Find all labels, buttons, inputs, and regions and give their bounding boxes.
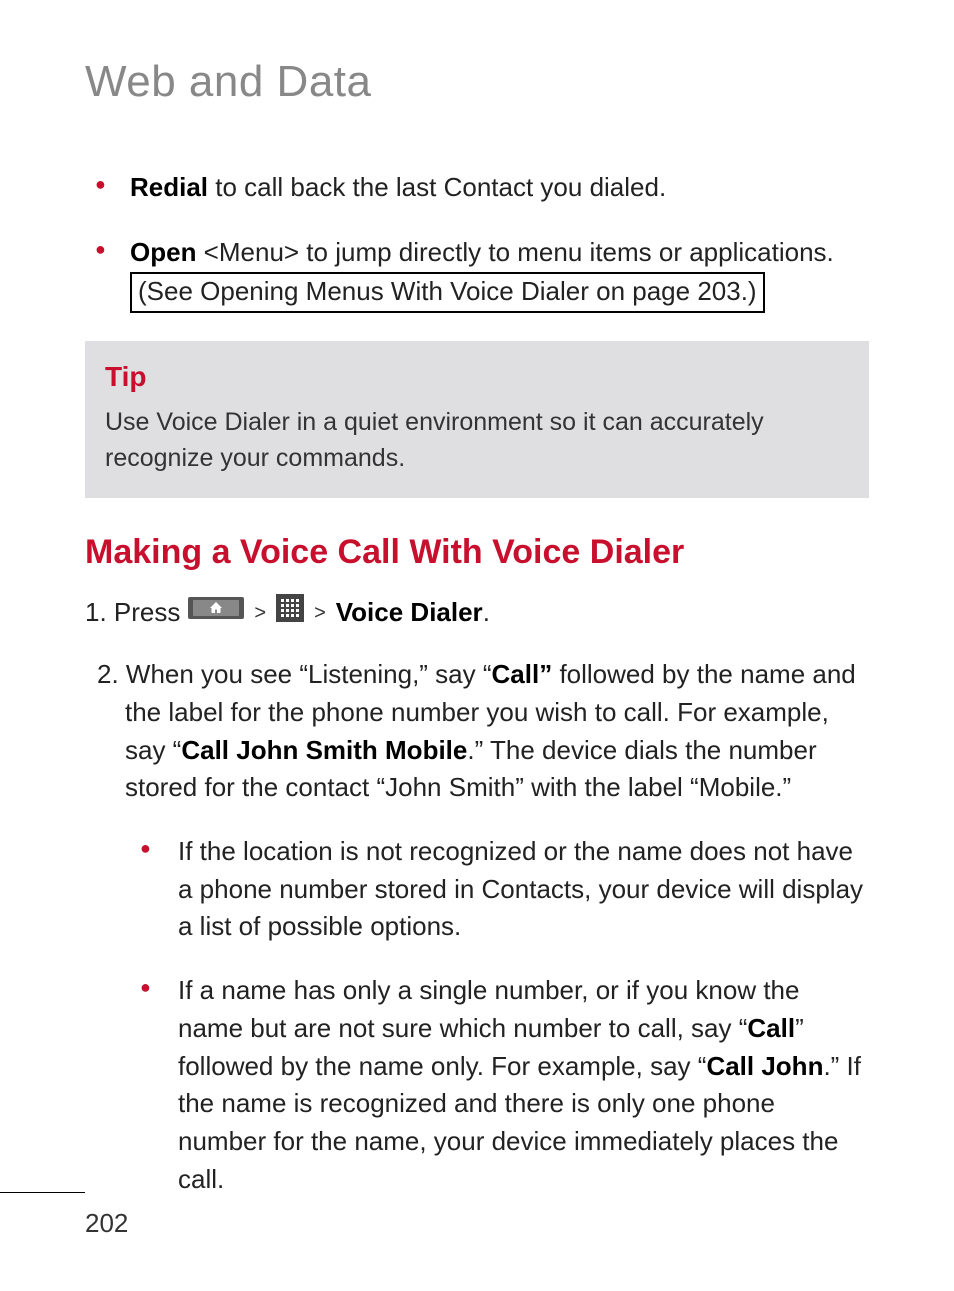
tip-body: Use Voice Dialer in a quiet environment …: [105, 404, 849, 477]
section-heading: Making a Voice Call With Voice Dialer: [85, 528, 869, 577]
sub-bullet-1: If the location is not recognized or the…: [140, 833, 869, 946]
page-rule: [0, 1192, 85, 1193]
step1-prefix: 1. Press: [85, 594, 180, 632]
tip-box: Tip Use Voice Dialer in a quiet environm…: [85, 341, 869, 498]
open-bold: Open: [130, 237, 196, 267]
sub-bullet-list: If the location is not recognized or the…: [140, 833, 869, 1198]
step-1: 1. Press > > Voice Dialer.: [85, 594, 869, 633]
page-number: 202: [85, 1205, 128, 1243]
home-button-icon: [188, 594, 244, 632]
bullet-redial: Redial to call back the last Contact you…: [95, 169, 869, 207]
step2-call-bold: Call”: [492, 659, 553, 689]
redial-bold: Redial: [130, 172, 208, 202]
sub2-calljohn: Call John: [706, 1051, 823, 1081]
sub-bullet-2: If a name has only a single number, or i…: [140, 972, 869, 1198]
step-2: 2. When you see “Listening,” say “Call” …: [85, 656, 869, 807]
tip-title: Tip: [105, 357, 849, 398]
separator-1: >: [252, 599, 268, 628]
step2-prefix: 2. When you see “Listening,” say “: [97, 659, 492, 689]
bullet-open: Open <Menu> to jump directly to menu ite…: [95, 234, 869, 313]
redial-text: to call back the last Contact you dialed…: [208, 172, 666, 202]
open-boxed-reference[interactable]: (See Opening Menus With Voice Dialer on …: [130, 272, 765, 313]
top-bullet-list: Redial to call back the last Contact you…: [95, 169, 869, 313]
apps-grid-icon: [276, 594, 304, 633]
sub2-a: If a name has only a single number, or i…: [178, 975, 799, 1043]
separator-2: >: [312, 599, 328, 628]
open-text: <Menu> to jump directly to menu items or…: [196, 237, 833, 267]
sub1-text: If the location is not recognized or the…: [178, 836, 863, 941]
step2-example-bold: Call John Smith Mobile: [181, 735, 467, 765]
page-title: Web and Data: [85, 50, 869, 114]
step1-voice-dialer: Voice Dialer.: [336, 594, 490, 632]
sub2-call: Call: [747, 1013, 795, 1043]
